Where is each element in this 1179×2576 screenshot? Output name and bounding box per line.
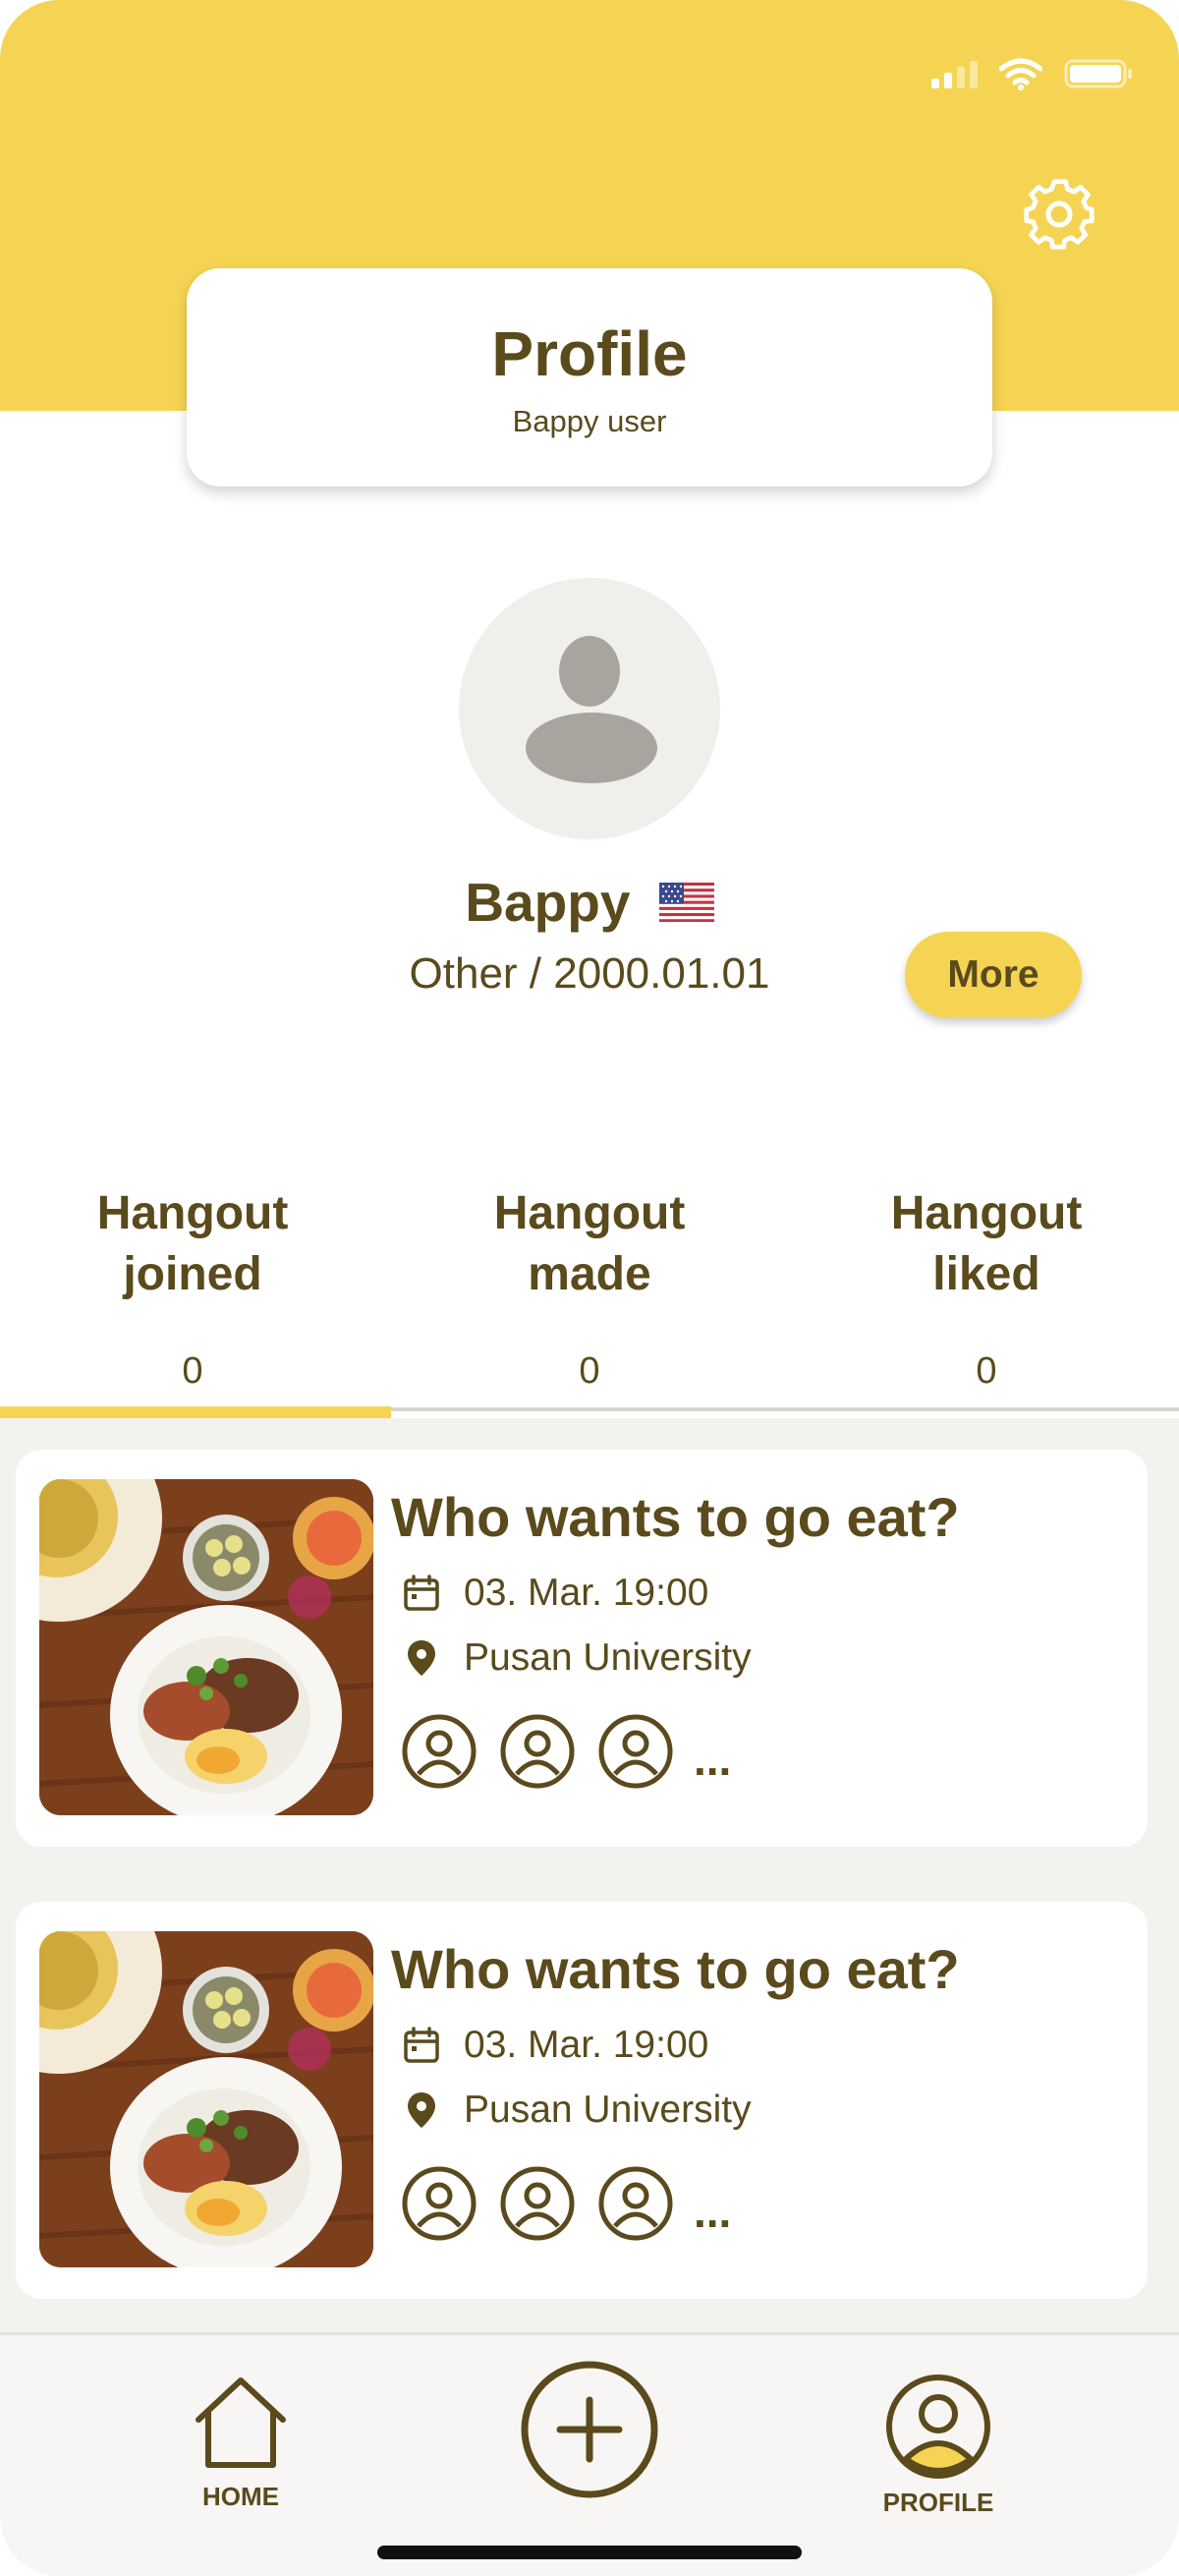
hangout-datetime: 03. Mar. 19:00: [464, 1572, 709, 1614]
stat-value: 0: [579, 1350, 600, 1392]
user-circle-icon: [598, 2166, 673, 2241]
profile-circle-icon: [886, 2375, 990, 2479]
profile-name-row: Bappy: [0, 871, 1179, 934]
location-pin-icon: [408, 2092, 435, 2128]
battery-icon: [1064, 59, 1132, 88]
plus-circle-icon: [521, 2361, 658, 2498]
hangout-card[interactable]: Who wants to go eat? 03. Mar. 19:00 Pusa…: [16, 1902, 1148, 2299]
more-button[interactable]: More: [905, 932, 1082, 1018]
bottom-nav-bar: HOME PROFILE: [0, 2332, 1179, 2576]
nav-home[interactable]: HOME: [177, 2373, 305, 2512]
stat-hangout-liked[interactable]: Hangout liked 0: [800, 1183, 1173, 1393]
food-photo: [39, 1479, 373, 1815]
stat-hangout-made[interactable]: Hangout made 0: [403, 1183, 776, 1393]
status-bar: [931, 49, 1135, 98]
home-icon: [196, 2377, 286, 2468]
nav-profile[interactable]: PROFILE: [870, 2373, 1007, 2518]
stat-value: 0: [976, 1350, 997, 1392]
wifi-icon: [999, 58, 1042, 90]
location-pin-icon: [408, 1640, 435, 1676]
stat-label: Hangout: [493, 1187, 686, 1239]
stat-label: liked: [932, 1248, 1040, 1300]
app-screen: Profile Bappy user Bappy Other / 2000.01…: [0, 0, 1179, 2576]
stat-value: 0: [182, 1350, 203, 1392]
avatar[interactable]: [459, 578, 720, 839]
hangout-datetime-row: 03. Mar. 19:00: [401, 2024, 708, 2067]
participant-avatars: ...: [401, 2165, 731, 2242]
calendar-icon: [404, 2027, 439, 2063]
user-circle-icon: [402, 2166, 477, 2241]
stat-label: Hangout: [890, 1187, 1083, 1239]
nav-home-label: HOME: [202, 2482, 279, 2511]
hangout-datetime-row: 03. Mar. 19:00: [401, 1572, 708, 1615]
food-photo: [39, 1931, 373, 2267]
nav-profile-label: PROFILE: [882, 2488, 994, 2517]
page-title: Profile: [491, 318, 688, 389]
home-indicator: [377, 2546, 802, 2559]
cellular-signal-icon: [931, 59, 978, 88]
stat-hangout-joined[interactable]: Hangout joined 0: [6, 1183, 379, 1393]
profile-title-card: Profile Bappy user: [187, 268, 992, 487]
gear-icon[interactable]: [1018, 173, 1100, 256]
hangout-location-row: Pusan University: [401, 1636, 752, 1680]
user-circle-icon: [500, 2166, 575, 2241]
user-circle-icon: [500, 1714, 575, 1789]
hangout-datetime: 03. Mar. 19:00: [464, 2024, 709, 2066]
hangout-card[interactable]: Who wants to go eat? 03. Mar. 19:00 Pusa…: [16, 1450, 1148, 1847]
calendar-icon: [404, 1574, 439, 1611]
participant-avatars: ...: [401, 1713, 731, 1790]
tab-active-indicator: [0, 1406, 391, 1418]
page-subtitle: Bappy user: [512, 404, 667, 438]
hangout-location-row: Pusan University: [401, 2089, 752, 2132]
hangout-title: Who wants to go eat?: [391, 1486, 960, 1548]
us-flag-icon: [658, 883, 714, 923]
more-participants: ...: [694, 2186, 732, 2237]
stat-label: Hangout: [96, 1187, 289, 1239]
add-hangout-button[interactable]: [519, 2359, 660, 2505]
hangout-title: Who wants to go eat?: [391, 1938, 960, 2000]
user-circle-icon: [598, 1714, 673, 1789]
stat-label: joined: [123, 1248, 262, 1300]
user-circle-icon: [402, 1714, 477, 1789]
profile-name: Bappy: [465, 872, 631, 933]
more-participants: ...: [694, 1734, 732, 1785]
hangout-location: Pusan University: [464, 1636, 752, 1679]
stat-label: made: [528, 1248, 651, 1300]
default-user-icon: [526, 636, 657, 783]
hangout-location: Pusan University: [464, 2089, 752, 2131]
hangout-list[interactable]: Who wants to go eat? 03. Mar. 19:00 Pusa…: [0, 1418, 1179, 2332]
